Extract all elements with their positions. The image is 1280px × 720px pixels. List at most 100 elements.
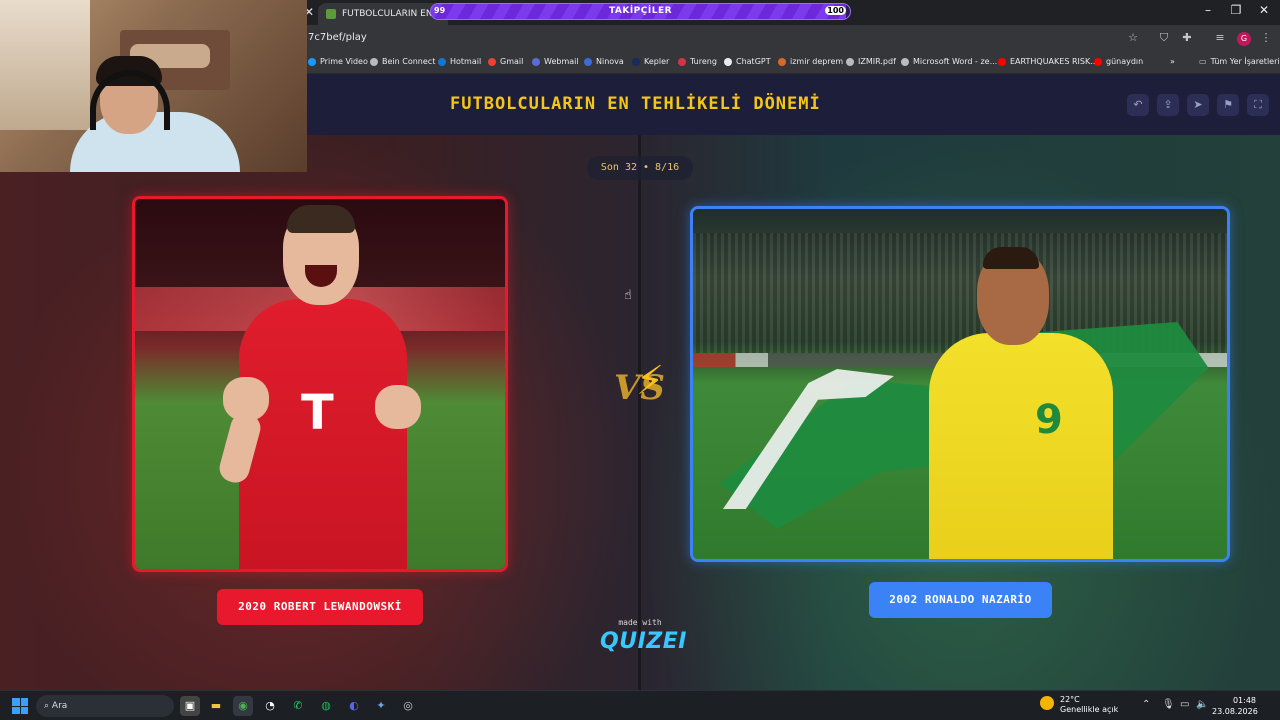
- speedometer-icon[interactable]: ◔: [260, 696, 280, 716]
- ninova-icon: [584, 57, 592, 66]
- bookmark-item[interactable]: Webmail: [532, 57, 579, 66]
- bookmark-item[interactable]: Bein Connect: [370, 57, 435, 66]
- kepler-icon: [632, 57, 640, 66]
- right-photo-jersey-number: 9: [1035, 397, 1063, 443]
- webcam-overlay: [0, 0, 307, 172]
- bookmark-label: Kepler: [644, 57, 670, 66]
- spotify-icon[interactable]: ◍: [316, 696, 336, 716]
- bookmark-item[interactable]: ChatGPT: [724, 57, 771, 66]
- left-photo-fist-right: [375, 385, 421, 429]
- bookmark-label: Gmail: [500, 57, 524, 66]
- center-divider: [638, 134, 641, 690]
- left-option-button[interactable]: 2020 ROBERT LEWANDOWSKİ: [217, 589, 423, 625]
- wordpress-icon: [901, 57, 909, 66]
- send-icon[interactable]: ➤: [1187, 94, 1209, 116]
- chatgpt-icon: [724, 57, 732, 66]
- bookmark-label: EARTHQUAKES RISK...: [1010, 57, 1098, 66]
- weather-icon: [1040, 696, 1054, 710]
- left-photo-fist-left: [223, 377, 269, 421]
- profile-avatar[interactable]: G: [1237, 32, 1251, 46]
- screen: FUTBOLCULARIN EN TEHLİKELİ DÖNEMİ ↶ ⇪ ➤ …: [0, 0, 1280, 720]
- bookmark-label: izmir deprem: [790, 57, 844, 66]
- media-icon[interactable]: ≡: [1212, 31, 1228, 44]
- bookmark-label: Hotmail: [450, 57, 482, 66]
- bookmark-label: Microsoft Word - ze...: [913, 57, 998, 66]
- taskbar-search[interactable]: ⌕ Ara: [36, 695, 174, 717]
- youtube-icon: [998, 57, 1006, 66]
- bookmark-item[interactable]: Ninova: [584, 57, 624, 66]
- menu-icon[interactable]: ⋮: [1258, 31, 1274, 44]
- chevron-up-icon[interactable]: ⌃: [1142, 699, 1150, 710]
- url-field[interactable]: 7c7bef/play: [308, 32, 367, 43]
- bookmark-item[interactable]: günaydın: [1094, 57, 1143, 66]
- quizei-logo: QUIZEI: [600, 629, 687, 654]
- chrome-icon[interactable]: ◉: [233, 696, 253, 716]
- globe-icon: [370, 57, 378, 66]
- bookmark-label: Tureng: [690, 57, 717, 66]
- bookmark-label: ChatGPT: [736, 57, 771, 66]
- bookmark-item[interactable]: Hotmail: [438, 57, 481, 66]
- app-icon[interactable]: ✦: [371, 696, 391, 716]
- active-tab[interactable]: FUTBOLCULARIN EN TEHLİ: [318, 3, 448, 25]
- left-photo-hair: [287, 205, 355, 233]
- made-with-label: made with: [618, 618, 662, 627]
- right-photo-hair: [983, 247, 1039, 269]
- followers-goal: 100: [825, 6, 846, 15]
- bookmark-item[interactable]: IZMIR.pdf: [846, 57, 896, 66]
- clock-time: 01:48: [1232, 696, 1256, 705]
- bookmark-item[interactable]: izmir deprem: [778, 57, 843, 66]
- lightning-icon: ⚡: [636, 358, 665, 404]
- flag-icon[interactable]: ⚑: [1217, 94, 1239, 116]
- extensions-icon[interactable]: ✚: [1179, 31, 1195, 44]
- tureng-icon: [678, 57, 686, 66]
- globe-icon: [846, 57, 854, 66]
- temperature: 22°C: [1060, 695, 1080, 704]
- fullscreen-icon[interactable]: ⛶: [1247, 94, 1269, 116]
- task-view-icon[interactable]: ▣: [180, 696, 200, 716]
- network-icon[interactable]: ▭: [1180, 699, 1189, 710]
- left-option-card[interactable]: T: [132, 196, 508, 572]
- discord-icon[interactable]: ◐: [344, 696, 364, 716]
- bookmark-item[interactable]: Microsoft Word - ze...: [901, 57, 997, 66]
- share-icon[interactable]: ⇪: [1157, 94, 1179, 116]
- mouse-cursor-icon: ☝: [624, 288, 632, 303]
- obs-icon[interactable]: ◎: [398, 696, 418, 716]
- volume-icon[interactable]: 🔈: [1196, 699, 1208, 710]
- whatsapp-icon[interactable]: ✆: [288, 696, 308, 716]
- bookmark-item[interactable]: Gmail: [488, 57, 523, 66]
- quiz-header: FUTBOLCULARIN EN TEHLİKELİ DÖNEMİ ↶ ⇪ ➤ …: [307, 74, 1280, 135]
- microphone-icon[interactable]: 🎙: [1162, 699, 1175, 710]
- right-option-card[interactable]: 9: [690, 206, 1230, 562]
- bookmark-label: Prime Video: [320, 57, 368, 66]
- more-bookmarks-icon[interactable]: »: [1170, 57, 1175, 66]
- quiz-title: FUTBOLCULARIN EN TEHLİKELİ DÖNEMİ: [450, 94, 821, 114]
- made-with-badge[interactable]: made with QUIZEI: [600, 618, 687, 654]
- hotmail-icon: [438, 57, 446, 66]
- undo-icon[interactable]: ↶: [1127, 94, 1149, 116]
- all-bookmarks-label: Tüm Yer İşaretleri: [1210, 57, 1280, 66]
- bookmark-label: günaydın: [1106, 57, 1144, 66]
- minimize-icon[interactable]: –: [1194, 3, 1222, 17]
- bookmark-star-icon[interactable]: ☆: [1125, 31, 1141, 44]
- clock-date: 23.08.2026: [1212, 707, 1258, 716]
- maximize-icon[interactable]: ❐: [1222, 3, 1250, 17]
- close-window-icon[interactable]: ✕: [1250, 3, 1278, 17]
- deprem-icon: [778, 57, 786, 66]
- shield-icon[interactable]: ⛉: [1156, 31, 1172, 45]
- all-bookmarks[interactable]: ▭ Tüm Yer İşaretleri: [1199, 57, 1280, 66]
- bookmark-item[interactable]: Prime Video: [308, 57, 368, 66]
- bookmark-label: Webmail: [544, 57, 579, 66]
- file-explorer-icon[interactable]: ▬: [206, 696, 226, 716]
- webcam-window: [0, 0, 90, 130]
- windows-start-icon[interactable]: [12, 698, 28, 714]
- tab-favicon-icon: [326, 9, 336, 19]
- bookmark-item[interactable]: Kepler: [632, 57, 669, 66]
- right-option-button[interactable]: 2002 RONALDO NAZARİO: [869, 582, 1052, 618]
- bookmark-item[interactable]: Tureng: [678, 57, 717, 66]
- followers-progress-bar: 99 TAKİPÇİLER 100: [430, 3, 851, 20]
- bookmark-item[interactable]: EARTHQUAKES RISK...: [998, 57, 1098, 66]
- followers-label: TAKİPÇİLER: [608, 6, 673, 16]
- vs-icon: VS ⚡: [614, 358, 670, 408]
- search-icon: ⌕: [44, 701, 52, 711]
- system-clock[interactable]: 01:48 23.08.2026: [1212, 695, 1258, 717]
